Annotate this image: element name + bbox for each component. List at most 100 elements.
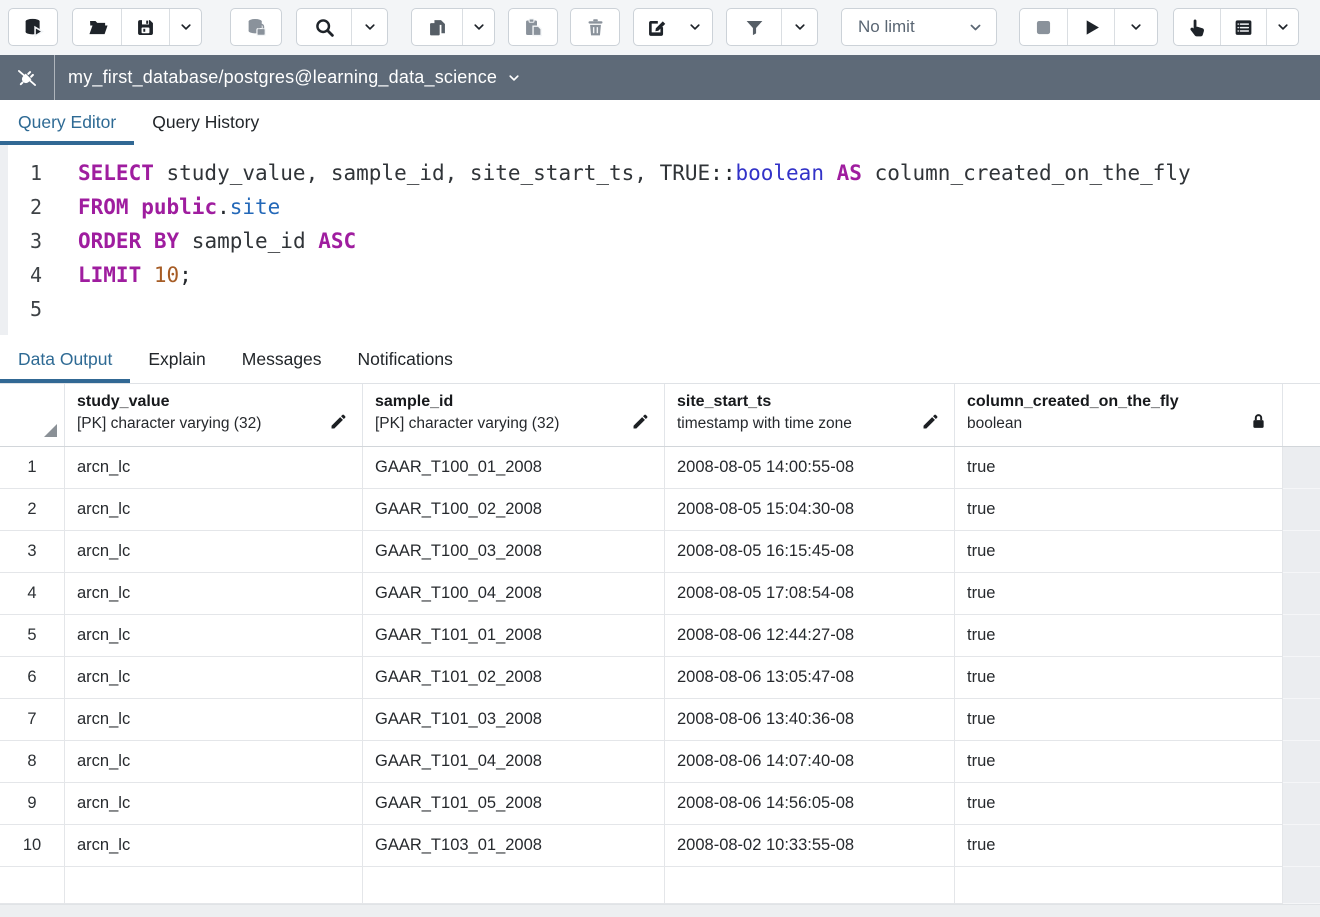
column-header-site_start_ts[interactable]: site_start_tstimestamp with time zone [665, 384, 955, 446]
cell-study_value[interactable]: arcn_lc [65, 699, 363, 741]
column-header-column_created_on_the_fly[interactable]: column_created_on_the_flyboolean [955, 384, 1283, 446]
grid-hscrollbar[interactable] [0, 904, 1320, 917]
row-filler [1283, 699, 1320, 741]
cell-sample_id[interactable] [363, 867, 665, 904]
cell-sample_id[interactable]: GAAR_T101_01_2008 [363, 615, 665, 657]
cancel-query-button[interactable] [1020, 9, 1067, 45]
cell-column_created_on_the_fly[interactable]: true [955, 783, 1283, 825]
cell-column_created_on_the_fly[interactable]: true [955, 657, 1283, 699]
cell-site_start_ts[interactable]: 2008-08-06 13:40:36-08 [665, 699, 955, 741]
row-number[interactable]: 1 [0, 447, 65, 489]
row-limit-select[interactable]: No limit [841, 8, 997, 46]
cell-study_value[interactable] [65, 867, 363, 904]
cell-sample_id[interactable]: GAAR_T103_01_2008 [363, 825, 665, 867]
cell-study_value[interactable]: arcn_lc [65, 825, 363, 867]
row-number[interactable]: 2 [0, 489, 65, 531]
tab-query-history[interactable]: Query History [134, 100, 277, 145]
row-number[interactable]: 9 [0, 783, 65, 825]
tab-explain[interactable]: Explain [130, 335, 223, 383]
cell-study_value[interactable]: arcn_lc [65, 489, 363, 531]
execute-options-dropdown[interactable] [1114, 9, 1157, 45]
line-number: 1 [8, 156, 42, 190]
chevron-down-icon [688, 20, 702, 34]
copy-options-dropdown[interactable] [462, 9, 494, 45]
row-number[interactable]: 8 [0, 741, 65, 783]
cell-study_value[interactable]: arcn_lc [65, 657, 363, 699]
cell-site_start_ts[interactable]: 2008-08-05 14:00:55-08 [665, 447, 955, 489]
edit-menu-button[interactable] [634, 9, 678, 45]
column-header-sample_id[interactable]: sample_id[PK] character varying (32) [363, 384, 665, 446]
sql-editor[interactable]: 12345 SELECT study_value, sample_id, sit… [0, 145, 1320, 335]
cell-sample_id[interactable]: GAAR_T100_03_2008 [363, 531, 665, 573]
cell-site_start_ts[interactable]: 2008-08-05 17:08:54-08 [665, 573, 955, 615]
cell-sample_id[interactable]: GAAR_T101_03_2008 [363, 699, 665, 741]
tab-messages[interactable]: Messages [224, 335, 340, 383]
row-number[interactable]: 5 [0, 615, 65, 657]
cell-column_created_on_the_fly[interactable]: true [955, 741, 1283, 783]
cell-site_start_ts[interactable] [665, 867, 955, 904]
cell-study_value[interactable]: arcn_lc [65, 573, 363, 615]
sql-code[interactable]: SELECT study_value, sample_id, site_star… [65, 145, 1320, 335]
cell-site_start_ts[interactable]: 2008-08-02 10:33:55-08 [665, 825, 955, 867]
save-data-changes-button[interactable] [1174, 9, 1220, 45]
hand-pointer-icon [1187, 17, 1208, 38]
cell-study_value[interactable]: arcn_lc [65, 447, 363, 489]
cell-study_value[interactable]: arcn_lc [65, 741, 363, 783]
paste-button [508, 8, 558, 46]
edit-menu-chevron[interactable] [678, 9, 712, 45]
column-header-study_value[interactable]: study_value[PK] character varying (32) [65, 384, 363, 446]
row-number[interactable]: 10 [0, 825, 65, 867]
cell-site_start_ts[interactable]: 2008-08-06 13:05:47-08 [665, 657, 955, 699]
cell-study_value[interactable]: arcn_lc [65, 531, 363, 573]
execute-query-button[interactable] [1067, 9, 1114, 45]
cell-column_created_on_the_fly[interactable]: true [955, 699, 1283, 741]
cell-sample_id[interactable]: GAAR_T100_01_2008 [363, 447, 665, 489]
save-options-dropdown[interactable] [169, 9, 201, 45]
save-file-button[interactable] [121, 9, 169, 45]
find-button[interactable] [297, 9, 351, 45]
row-number[interactable]: 4 [0, 573, 65, 615]
cell-site_start_ts[interactable]: 2008-08-05 15:04:30-08 [665, 489, 955, 531]
cell-study_value[interactable]: arcn_lc [65, 615, 363, 657]
tab-notifications[interactable]: Notifications [340, 335, 471, 383]
cell-column_created_on_the_fly[interactable]: true [955, 489, 1283, 531]
connection-bar[interactable]: my_first_database/postgres@learning_data… [0, 55, 1320, 100]
cell-sample_id[interactable]: GAAR_T101_05_2008 [363, 783, 665, 825]
cell-site_start_ts[interactable]: 2008-08-06 14:07:40-08 [665, 741, 955, 783]
find-options-dropdown[interactable] [351, 9, 387, 45]
cell-site_start_ts[interactable]: 2008-08-05 16:15:45-08 [665, 531, 955, 573]
cell-sample_id[interactable]: GAAR_T100_04_2008 [363, 573, 665, 615]
paste-button[interactable] [509, 9, 557, 45]
tab-query-editor[interactable]: Query Editor [0, 100, 134, 145]
row-number[interactable] [0, 867, 65, 904]
macros-button[interactable] [1220, 9, 1266, 45]
cell-sample_id[interactable]: GAAR_T100_02_2008 [363, 489, 665, 531]
select-all-corner[interactable] [0, 384, 65, 446]
copy-button[interactable] [412, 9, 462, 45]
tab-data-output[interactable]: Data Output [0, 335, 130, 383]
row-number[interactable]: 6 [0, 657, 65, 699]
chevron-down-icon [968, 20, 983, 35]
connection-label: my_first_database/postgres@learning_data… [68, 67, 497, 88]
open-file-button[interactable] [73, 9, 121, 45]
row-number[interactable]: 3 [0, 531, 65, 573]
cell-column_created_on_the_fly[interactable]: true [955, 615, 1283, 657]
cell-column_created_on_the_fly[interactable]: true [955, 825, 1283, 867]
cell-site_start_ts[interactable]: 2008-08-06 14:56:05-08 [665, 783, 955, 825]
cell-study_value[interactable]: arcn_lc [65, 783, 363, 825]
commit-options-dropdown[interactable] [1266, 9, 1298, 45]
cell-column_created_on_the_fly[interactable]: true [955, 573, 1283, 615]
cell-column_created_on_the_fly[interactable] [955, 867, 1283, 904]
cell-column_created_on_the_fly[interactable]: true [955, 447, 1283, 489]
filter-button[interactable] [727, 9, 781, 45]
open-query-tool-button[interactable] [9, 9, 57, 45]
filter-options-dropdown[interactable] [781, 9, 817, 45]
cell-sample_id[interactable]: GAAR_T101_02_2008 [363, 657, 665, 699]
row-number[interactable]: 7 [0, 699, 65, 741]
delete-button[interactable] [571, 9, 619, 45]
cell-sample_id[interactable]: GAAR_T101_04_2008 [363, 741, 665, 783]
edit-data-button[interactable] [231, 9, 281, 45]
cell-column_created_on_the_fly[interactable]: true [955, 531, 1283, 573]
cell-site_start_ts[interactable]: 2008-08-06 12:44:27-08 [665, 615, 955, 657]
column-name: column_created_on_the_fly [967, 393, 1272, 411]
